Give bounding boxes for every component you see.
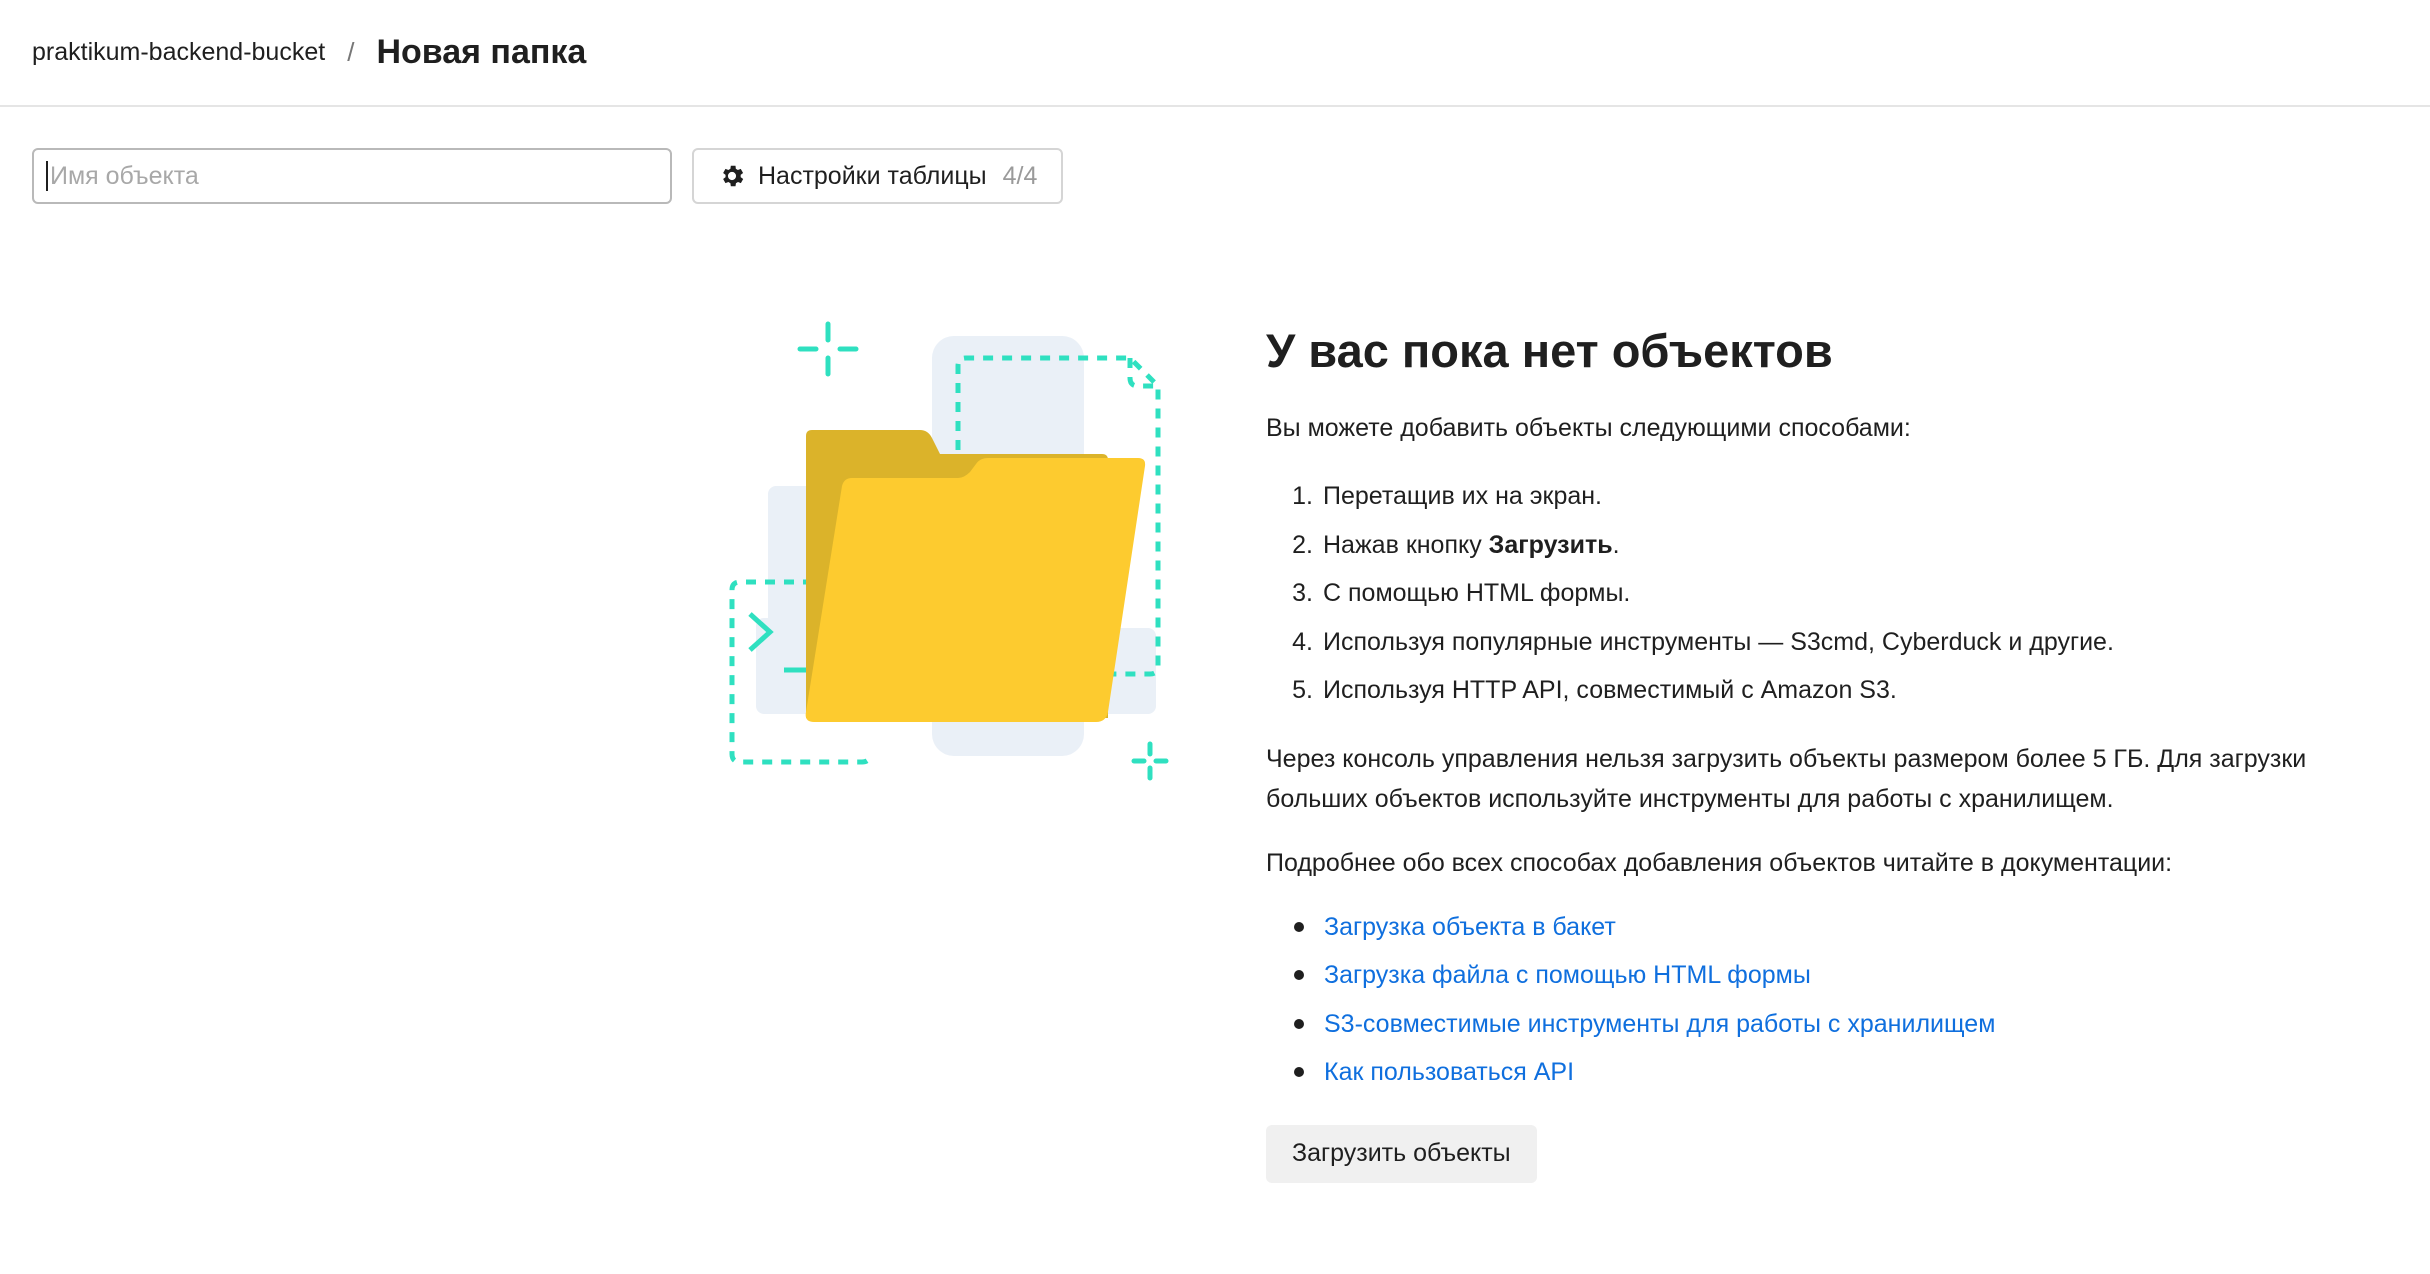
bullet-icon [1294,921,1304,932]
docs-intro: Подробнее обо всех способах добавления о… [1266,848,2173,877]
toolbar: Настройки таблицы 4/4 [32,148,1064,204]
upload-method-number: 2. [1292,530,1313,559]
upload-method-number: 5. [1292,676,1313,704]
breadcrumb-bucket-link[interactable]: praktikum-backend-bucket [32,38,325,67]
docs-link[interactable]: S3-совместимые инструменты для работы с … [1324,1000,1995,1049]
upload-method-item: 2. Нажав кнопку Загрузить. [1266,521,2396,570]
empty-state-title: У вас пока нет объектов [1266,324,1833,377]
upload-method-text: Используя HTTP API, совместимый с Amazon… [1323,676,1897,704]
page-header: praktikum-backend-bucket / Новая папка [0,0,2430,107]
docs-link-item: Загрузка файла с помощью HTML формы [1266,951,2396,1000]
upload-method-number: 4. [1292,627,1313,656]
upload-methods-list: 1. Перетащив их на экран. 2. Нажав кнопку З… [1266,472,2396,715]
upload-method-item: 3. С помощью HTML формы. [1266,569,2396,618]
upload-method-item: 1. Перетащив их на экран. [1266,472,2396,521]
docs-link[interactable]: Загрузка объекта в бакет [1324,903,1616,952]
bullet-icon [1294,970,1304,981]
upload-method-number: 1. [1292,482,1313,510]
object-name-search[interactable] [32,148,672,204]
upload-method-number: 3. [1292,579,1313,607]
empty-state-intro: Вы можете добавить объекты следующими сп… [1266,414,1911,442]
gear-icon [723,165,744,187]
page-title: Новая папка [376,33,587,71]
folder-illustration-icon [729,321,1169,781]
upload-objects-button[interactable]: Загрузить объекты [1266,1124,1537,1183]
object-name-input[interactable] [49,150,670,202]
docs-link[interactable]: Загрузка файла с помощью HTML формы [1324,951,1811,1000]
empty-state: У вас пока нет объектов Вы можете добави… [1266,322,2396,1183]
docs-link-item: S3-совместимые инструменты для работы с … [1266,1000,2396,1049]
table-settings-count: 4/4 [1002,161,1038,190]
text-caret [46,161,48,191]
bullet-icon [1294,1018,1304,1029]
breadcrumb-separator: / [347,37,355,67]
upload-method-text: С помощью HTML формы. [1323,579,1631,607]
size-limit-note: Через консоль управления нельзя загрузит… [1266,744,2307,813]
table-settings-label: Настройки таблицы [758,161,987,190]
docs-links-list: Загрузка объекта в бакет Загрузка файла с… [1266,903,2396,1097]
docs-link-item: Как пользоваться API [1266,1048,2396,1097]
upload-method-item: 4. Используя популярные инструменты — S3c… [1266,618,2396,667]
docs-link-item: Загрузка объекта в бакет [1266,903,2396,952]
upload-method-bold: Загрузить [1488,530,1613,559]
table-settings-button[interactable]: Настройки таблицы 4/4 [692,148,1064,204]
upload-method-text: Нажав кнопку Загрузить. [1323,530,1620,559]
bullet-icon [1294,1067,1304,1078]
empty-folder-illustration [720,318,1200,798]
docs-link[interactable]: Как пользоваться API [1324,1048,1574,1097]
upload-method-item: 5. Используя HTTP API, совместимый с Amaz… [1266,666,2396,715]
upload-method-text: Перетащив их на экран. [1323,482,1603,510]
upload-method-text: Используя популярные инструменты — S3cmd… [1323,627,2114,656]
